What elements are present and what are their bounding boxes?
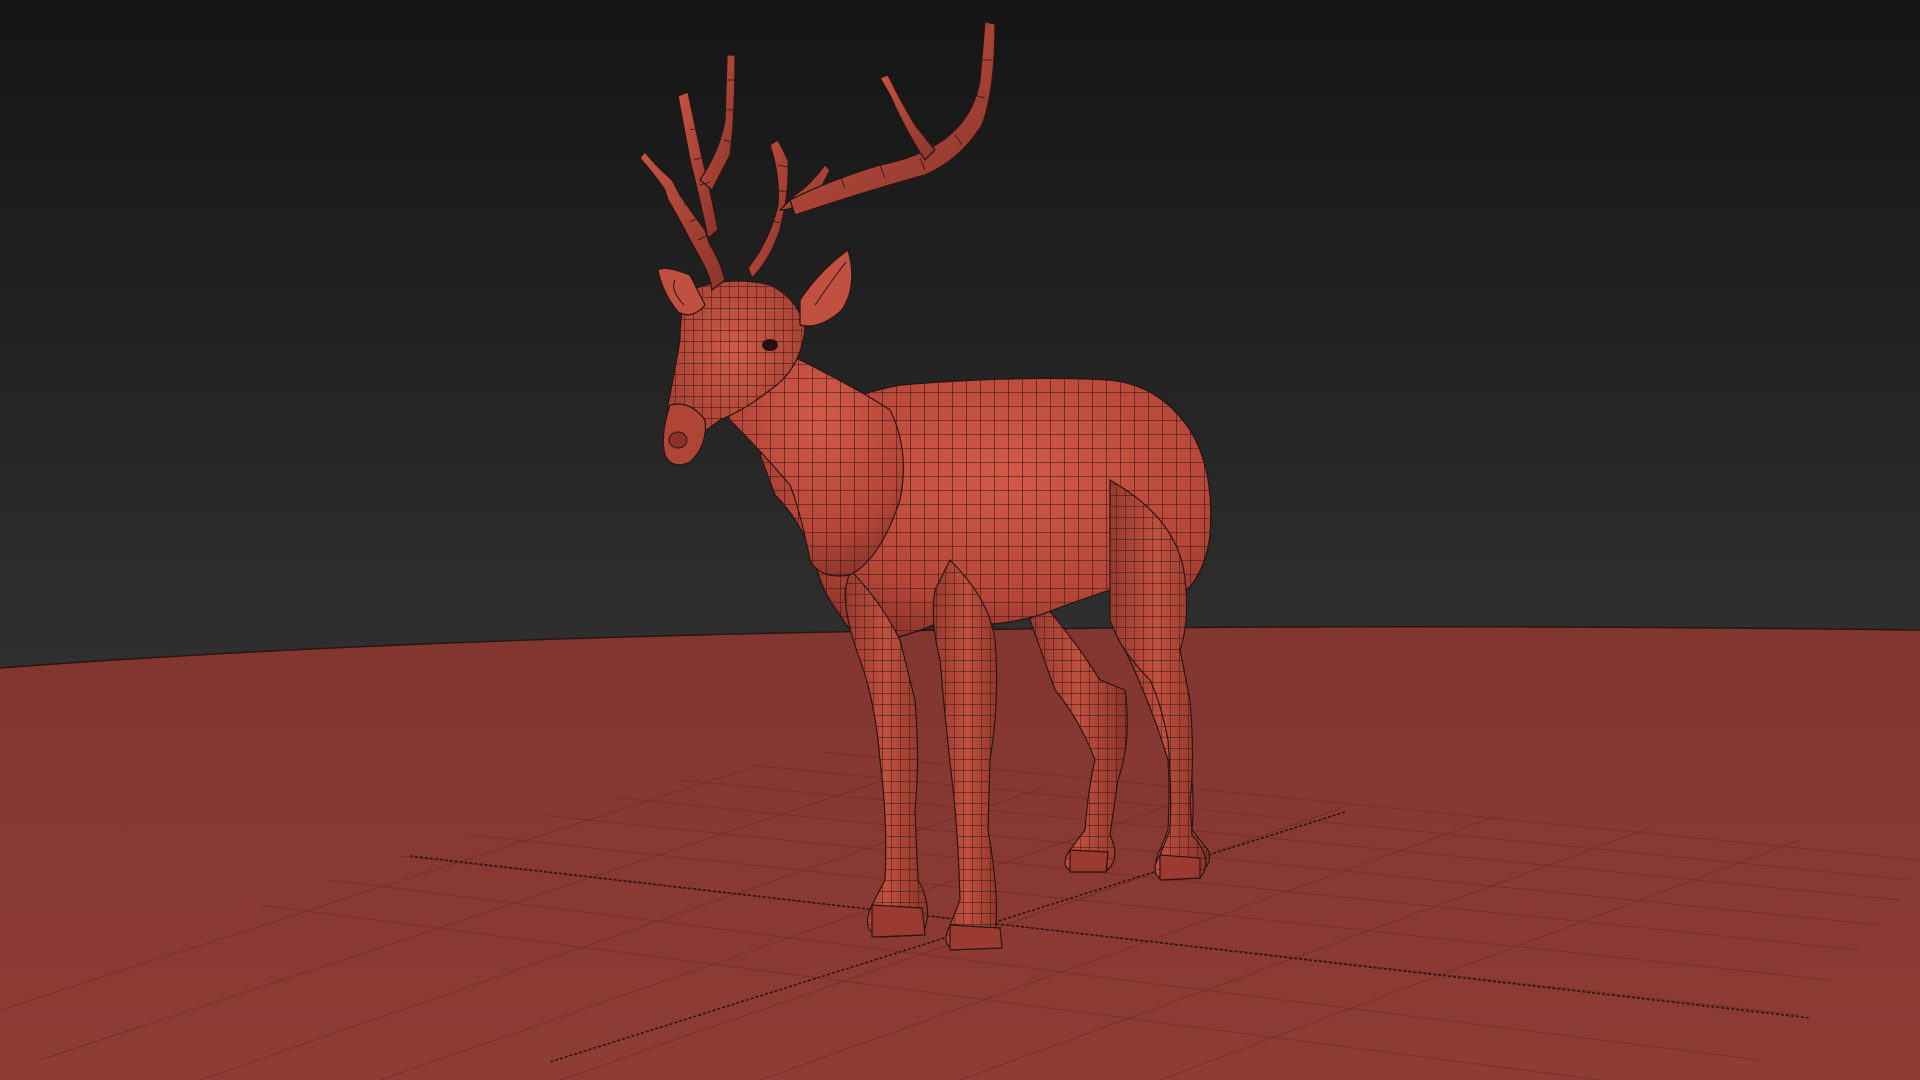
deer-nose xyxy=(668,431,688,449)
viewport-canvas[interactable] xyxy=(0,0,1920,1080)
3d-viewport[interactable] xyxy=(0,0,1920,1080)
deer-eye xyxy=(762,339,778,351)
